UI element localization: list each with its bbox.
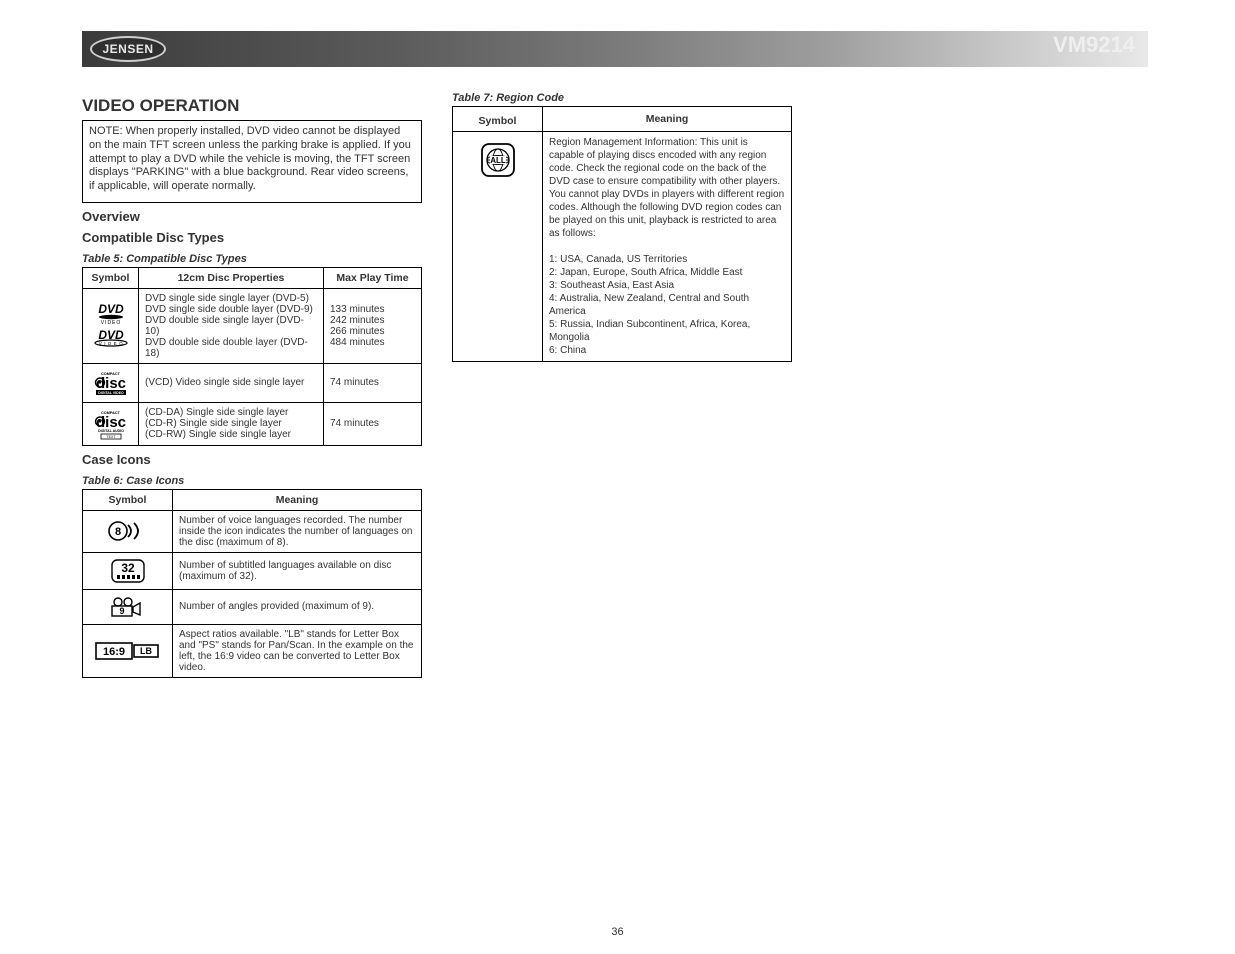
compat-table: Symbol 12cm Disc Properties Max Play Tim… (82, 267, 422, 446)
aspect-ratio-icon: 16:9 LB (83, 624, 173, 677)
region-hdr-2: Meaning (543, 107, 792, 132)
header-banner: JENSEN (82, 31, 1148, 67)
icons-row1: Number of subtitled languages available … (173, 552, 422, 589)
model-number: VM9214 (1053, 32, 1135, 58)
cdda-icon: COMPACT disc DIGITAL AUDIO TEXT (83, 402, 139, 445)
svg-text:VIDEO: VIDEO (100, 320, 121, 326)
svg-text:9: 9 (119, 606, 124, 616)
region-hdr-1: Symbol (453, 107, 543, 132)
compat-hdr-3: Max Play Time (324, 267, 422, 288)
dvd-video-icon: DVD VIDEO DVD V I D E O (83, 288, 139, 363)
vcd-icon: COMPACT disc DIGITAL VIDEO (83, 363, 139, 402)
subtitle-lang-icon: 32 (83, 552, 173, 589)
svg-text:DVD: DVD (98, 302, 124, 316)
note-box: NOTE: When properly installed, DVD video… (82, 120, 422, 203)
compat-row0-label: DVD single side single layer (DVD-5) DVD… (139, 288, 324, 363)
note-text: NOTE: When properly installed, DVD video… (89, 125, 415, 194)
svg-text:LB: LB (140, 646, 152, 656)
table7-caption: Table 7: Region Code (452, 92, 792, 104)
svg-text:32: 32 (121, 561, 135, 575)
compat-hdr-2: 12cm Disc Properties (139, 267, 324, 288)
region-row: Region Management Information: This unit… (543, 132, 792, 362)
icons-table: Symbol Meaning 8 Number of voice languag… (82, 489, 422, 678)
overview-heading: Overview (82, 209, 422, 224)
region-table: Symbol Meaning ALL Region Management Inf (452, 106, 792, 362)
svg-text:TEXT: TEXT (106, 435, 116, 439)
icons-hdr-2: Meaning (173, 489, 422, 510)
svg-text:V I D E O: V I D E O (98, 341, 122, 346)
brand-logo: JENSEN (90, 36, 166, 62)
section-heading: VIDEO OPERATION (82, 96, 422, 116)
compat-row1-time: 74 minutes (324, 363, 422, 402)
table6-caption: Table 6: Case Icons (82, 475, 422, 487)
icons-row3: Aspect ratios available. "LB" stands for… (173, 624, 422, 677)
audio-lang-icon: 8 (83, 510, 173, 552)
compat-row1-label: (VCD) Video single side single layer (139, 363, 324, 402)
svg-text:16:9: 16:9 (102, 646, 124, 658)
region-all-icon: ALL (453, 132, 543, 362)
compat-row2-time: 74 minutes (324, 402, 422, 445)
icons-hdr-1: Symbol (83, 489, 173, 510)
svg-text:ALL: ALL (490, 156, 506, 165)
compat-hdr-1: Symbol (83, 267, 139, 288)
svg-text:8: 8 (114, 526, 120, 538)
page-number: 36 (0, 926, 1235, 938)
icons-row0: Number of voice languages recorded. The … (173, 510, 422, 552)
table5-caption: Table 5: Compatible Disc Types (82, 253, 422, 265)
icons-heading: Case Icons (82, 452, 422, 467)
compat-row0-time: 133 minutes 242 minutes 266 minutes 484 … (324, 288, 422, 363)
angle-icon: 9 (83, 589, 173, 624)
icons-row2: Number of angles provided (maximum of 9)… (173, 589, 422, 624)
svg-text:DIGITAL VIDEO: DIGITAL VIDEO (98, 391, 124, 395)
compat-row2-label: (CD-DA) Single side single layer (CD-R) … (139, 402, 324, 445)
brand-logo-text: JENSEN (102, 42, 153, 56)
svg-text:DIGITAL AUDIO: DIGITAL AUDIO (98, 429, 124, 433)
brand-logo-oval: JENSEN (90, 36, 166, 62)
compat-heading: Compatible Disc Types (82, 230, 422, 245)
